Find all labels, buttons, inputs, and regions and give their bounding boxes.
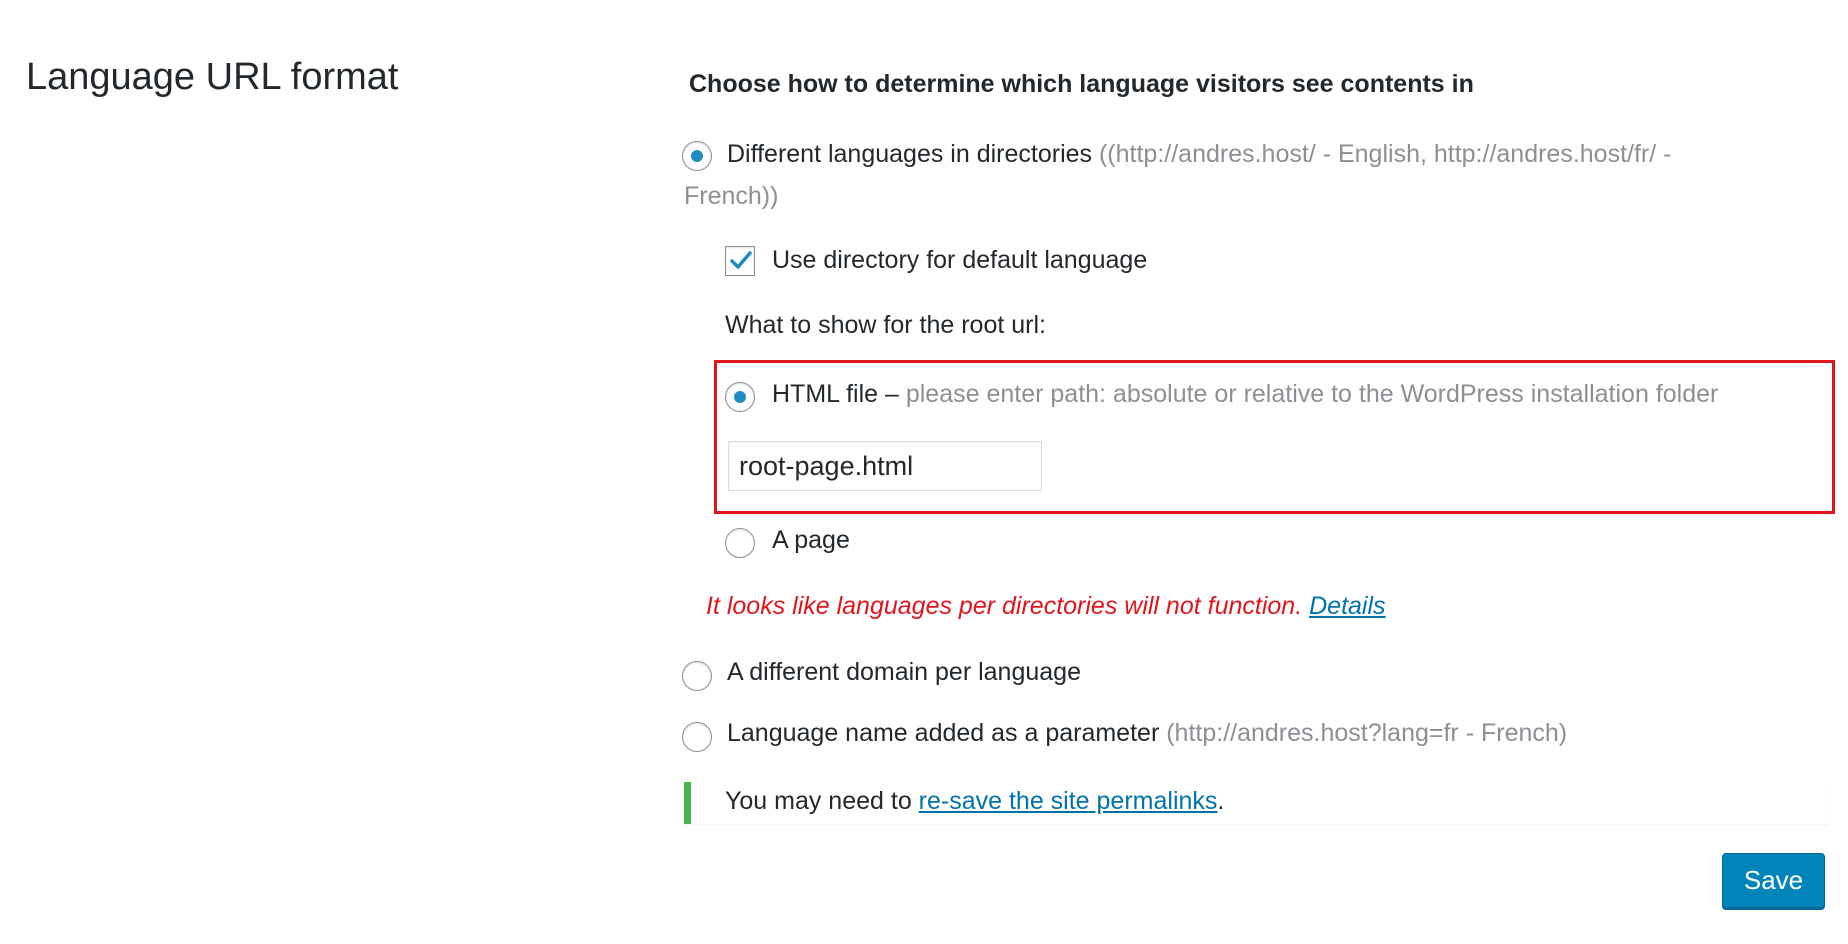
option-html-file: HTML file – please enter path: absolute …: [772, 380, 1718, 409]
html-file-path-input[interactable]: [728, 441, 1042, 491]
directory-default-label: Use directory for default language: [772, 246, 1148, 274]
option-html-file-label: HTML file –: [772, 380, 899, 408]
radio-html-file[interactable]: [725, 382, 755, 412]
option-directories-hint: ((http://andres.host/ - English, http://…: [1098, 140, 1672, 168]
permalink-notice: You may need to re-save the site permali…: [684, 782, 1829, 824]
root-url-label: What to show for the root url:: [725, 311, 1046, 339]
radio-directories[interactable]: [682, 141, 712, 171]
save-button[interactable]: Save: [1722, 853, 1825, 908]
option-parameter-hint: (http://andres.host?lang=fr - French): [1166, 719, 1568, 747]
option-directories-label: Different languages in directories: [727, 140, 1093, 168]
option-domain-label: A different domain per language: [727, 658, 1081, 686]
option-html-file-hint: please enter path: absolute or relative …: [905, 380, 1719, 408]
radio-domain[interactable]: [682, 661, 712, 691]
notice-text: You may need to re-save the site permali…: [725, 787, 1224, 816]
section-title: Language URL format: [26, 56, 399, 98]
warning-text: It looks like languages per directories …: [706, 592, 1303, 620]
option-parameter-label: Language name added as a parameter: [727, 719, 1160, 747]
resave-permalinks-link[interactable]: re-save the site permalinks: [919, 787, 1218, 815]
option-parameter: Language name added as a parameter (http…: [727, 719, 1567, 748]
details-link[interactable]: Details: [1309, 592, 1385, 620]
notice-prefix: You may need to: [725, 787, 912, 815]
directory-warning: It looks like languages per directories …: [706, 592, 1386, 621]
radio-a-page[interactable]: [725, 528, 755, 558]
option-a-page-label: A page: [772, 526, 850, 554]
option-directories-hint-cont: French)): [684, 182, 779, 210]
notice-suffix: .: [1217, 787, 1225, 815]
checkmark-icon: [730, 251, 752, 269]
directory-default-checkbox[interactable]: [725, 246, 755, 276]
format-heading: Choose how to determine which language v…: [689, 70, 1474, 98]
radio-parameter[interactable]: [682, 722, 712, 752]
option-directories: Different languages in directories ((htt…: [727, 140, 1671, 169]
